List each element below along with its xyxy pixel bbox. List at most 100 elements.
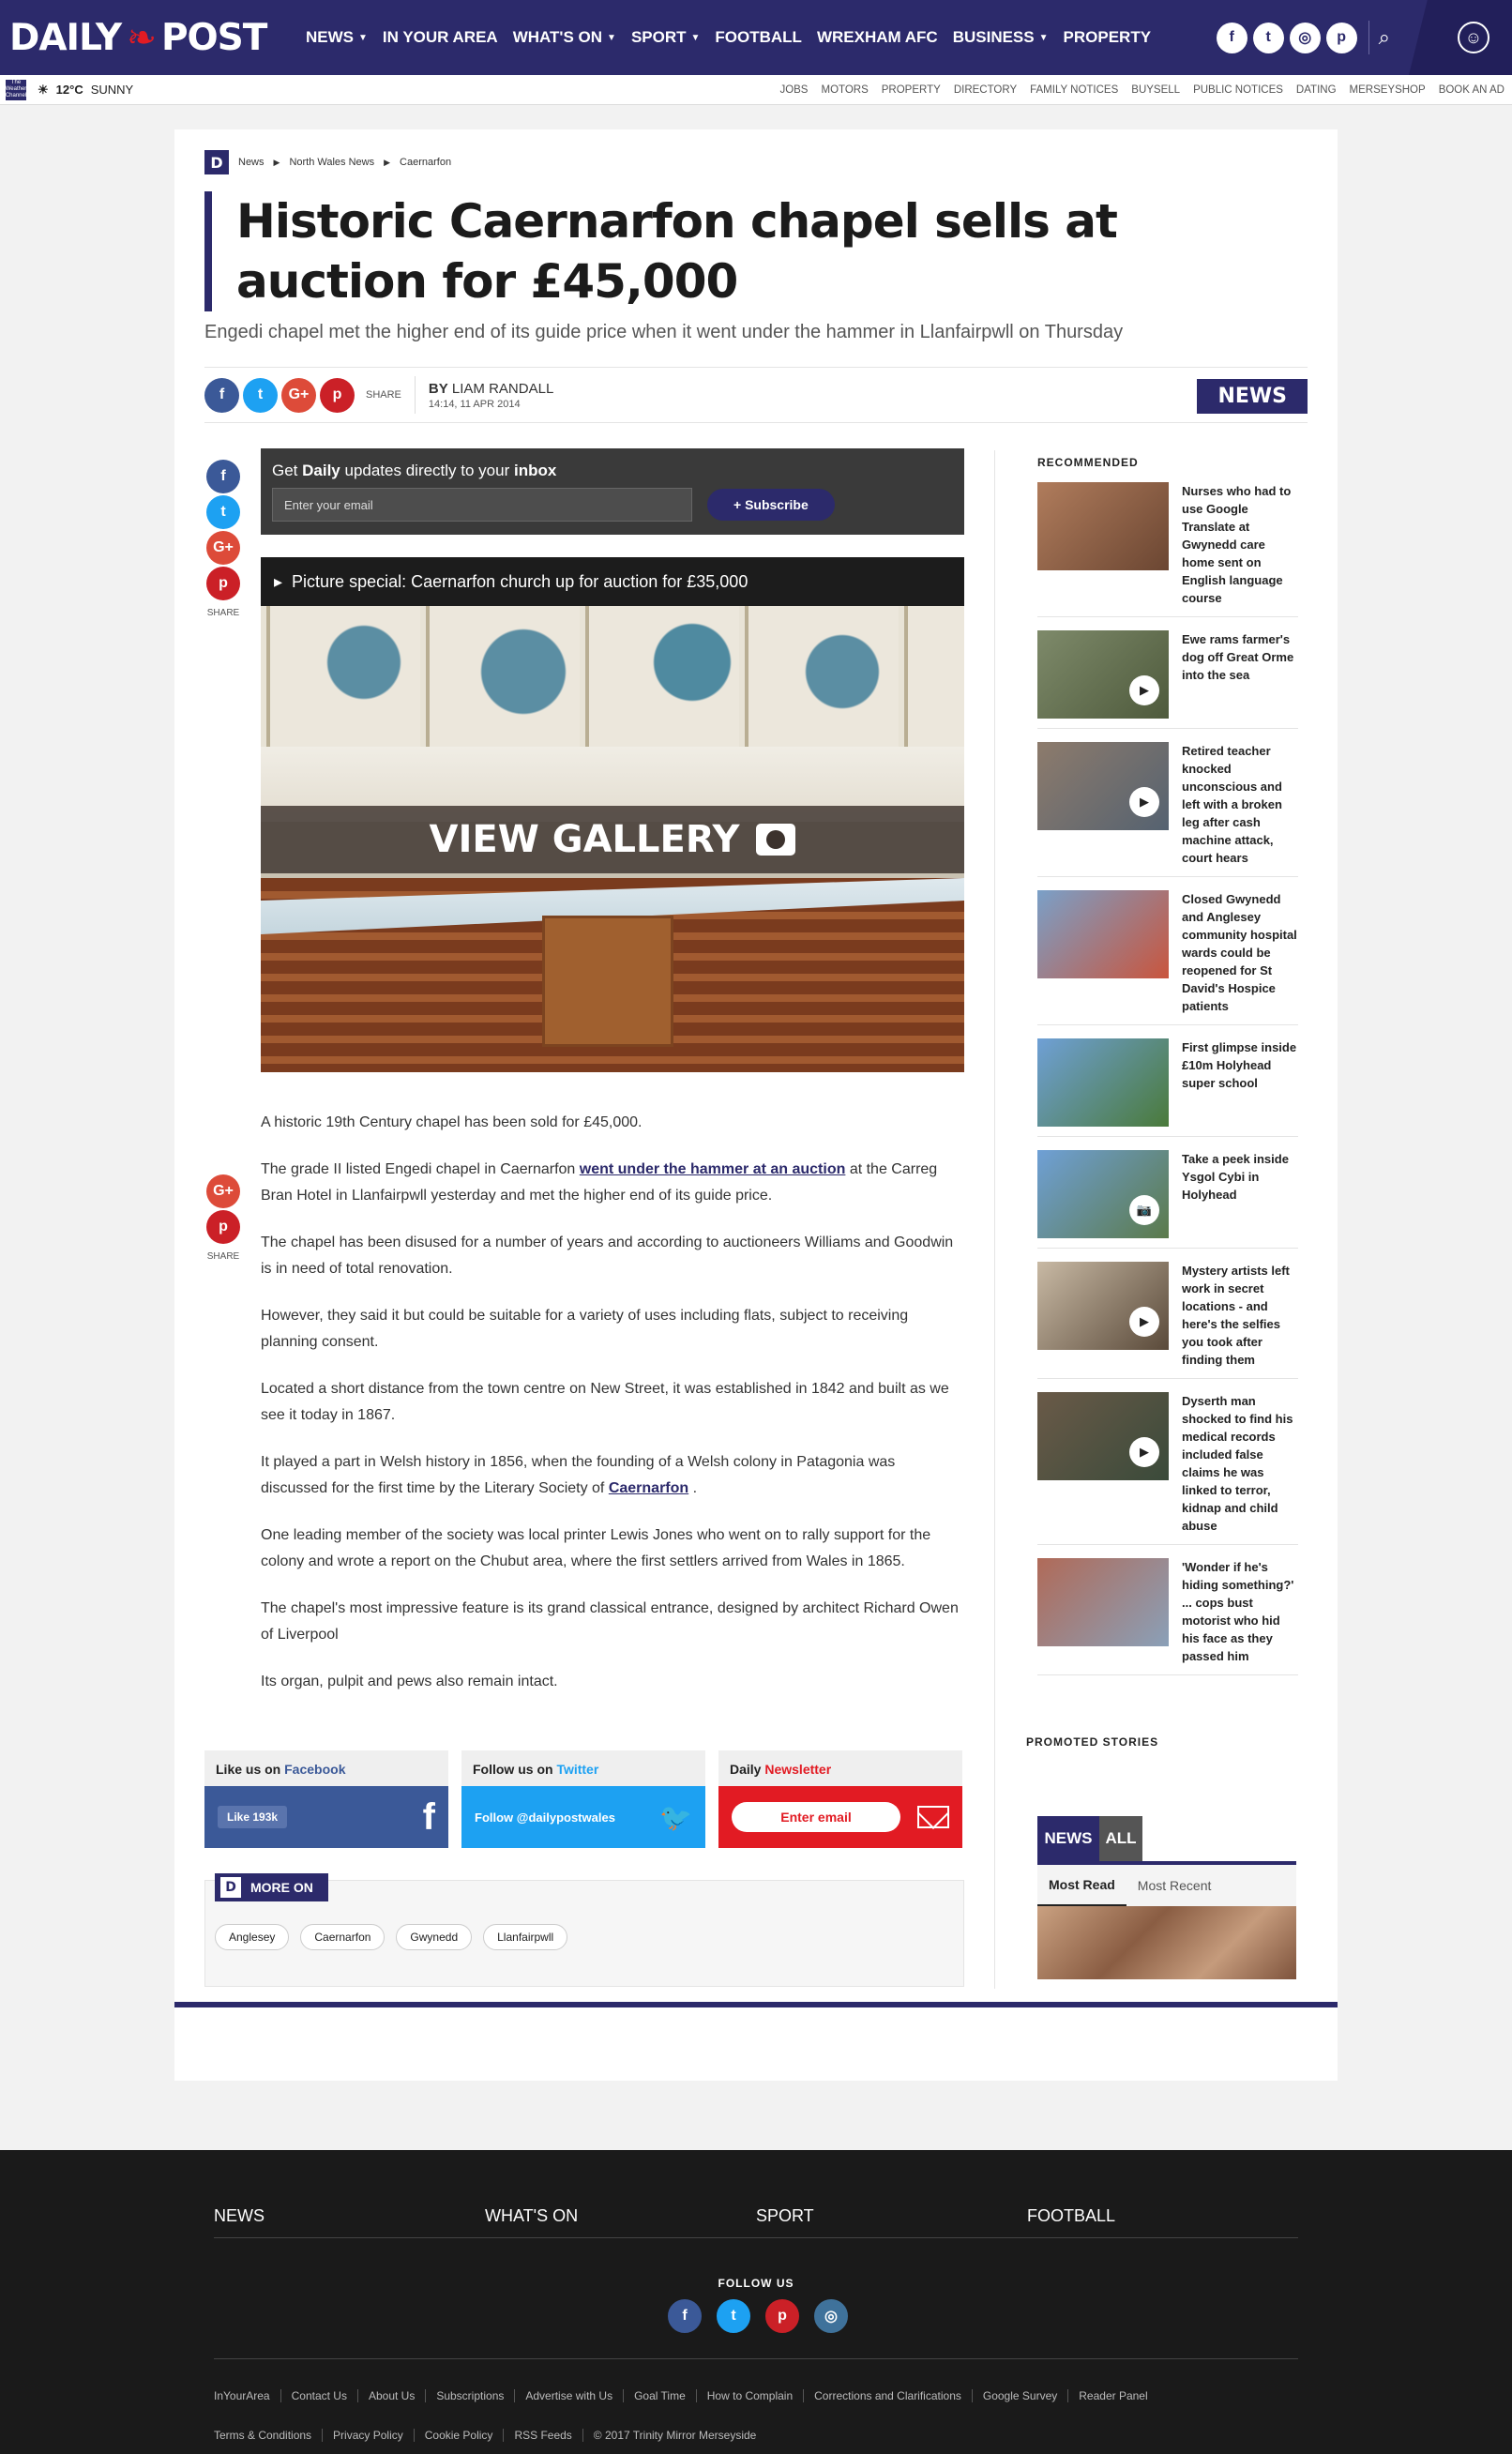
recommended-title[interactable]: Ewe rams farmer's dog off Great Orme int… [1182, 630, 1298, 719]
recommended-thumbnail[interactable] [1037, 482, 1169, 570]
tab-most-recent[interactable]: Most Recent [1126, 1878, 1223, 1893]
facebook-icon[interactable]: f [423, 1796, 435, 1839]
recommended-thumbnail[interactable]: ▶ [1037, 1392, 1169, 1480]
inline-link[interactable]: went under the hammer at an auction [580, 1161, 846, 1177]
footer-link[interactable]: Privacy Policy [322, 2429, 414, 2442]
tab-all[interactable]: ALL [1099, 1816, 1142, 1861]
share-pinterest-icon[interactable]: p [206, 1210, 240, 1244]
weather-channel-logo[interactable]: The Weather Channel [6, 79, 26, 100]
footer-link[interactable]: Reader Panel [1067, 2389, 1157, 2402]
share-facebook-icon[interactable]: f [206, 460, 240, 493]
camera-icon[interactable]: 📷 [1129, 1195, 1159, 1225]
footer-link[interactable]: InYourArea [214, 2389, 280, 2402]
instagram-icon[interactable]: ◎ [812, 2297, 850, 2335]
pinterest-icon[interactable]: p [1325, 22, 1357, 53]
most-read-thumbnail[interactable] [1037, 1906, 1296, 1979]
footer-link[interactable]: About Us [356, 2389, 425, 2402]
weather-widget[interactable]: ☀ 12°C SUNNY [38, 83, 133, 98]
user-account-icon[interactable]: ☺ [1458, 22, 1489, 53]
footer-link[interactable]: Advertise with Us [514, 2389, 623, 2402]
recommended-title[interactable]: Dyserth man shocked to find his medical … [1182, 1392, 1298, 1535]
utility-link-family-notices[interactable]: FAMILY NOTICES [1030, 84, 1118, 96]
recommended-thumbnail[interactable] [1037, 1558, 1169, 1646]
recommended-item[interactable]: 📷 Take a peek inside Ysgol Cybi in Holyhe… [1037, 1137, 1298, 1249]
breadcrumb-caernarfon[interactable]: Caernarfon [400, 157, 451, 168]
facebook-like-button[interactable]: Like 193k [218, 1806, 288, 1828]
author-link[interactable]: LIAM RANDALL [452, 381, 553, 397]
inline-link[interactable]: Caernarfon [609, 1480, 688, 1496]
twitter-icon[interactable]: t [715, 2297, 752, 2335]
newsletter-email-input[interactable]: Enter email [732, 1802, 900, 1832]
nav-item-wrexham-afc[interactable]: WREXHAM AFC [809, 0, 945, 75]
nav-item-sport[interactable]: SPORT ▼ [624, 0, 707, 75]
recommended-item[interactable]: First glimpse inside £10m Holyhead super… [1037, 1025, 1298, 1137]
twitter-follow-button[interactable]: Follow @dailypostwales [475, 1810, 615, 1825]
nav-item-what-s-on[interactable]: WHAT'S ON ▼ [506, 0, 624, 75]
topic-tag-llanfairpwll[interactable]: Llanfairpwll [483, 1924, 568, 1950]
envelope-icon[interactable] [917, 1806, 949, 1828]
footer-link[interactable]: Cookie Policy [413, 2429, 504, 2442]
recommended-item[interactable]: ▶ Mystery artists left work in secret loc… [1037, 1249, 1298, 1379]
utility-link-dating[interactable]: DATING [1296, 84, 1337, 96]
recommended-thumbnail[interactable]: ▶ [1037, 742, 1169, 830]
tab-most-read[interactable]: Most Read [1037, 1865, 1126, 1906]
recommended-thumbnail[interactable]: ▶ [1037, 630, 1169, 719]
recommended-item[interactable]: Closed Gwynedd and Anglesey community ho… [1037, 877, 1298, 1025]
utility-link-property[interactable]: PROPERTY [882, 84, 941, 96]
recommended-title[interactable]: 'Wonder if he's hiding something?' ... c… [1182, 1558, 1298, 1665]
topic-tag-gwynedd[interactable]: Gwynedd [396, 1924, 473, 1950]
footer-link[interactable]: RSS Feeds [503, 2429, 582, 2442]
recommended-title[interactable]: Closed Gwynedd and Anglesey community ho… [1182, 890, 1298, 1015]
recommended-thumbnail[interactable] [1037, 1038, 1169, 1127]
play-icon[interactable]: ▶ [1129, 1307, 1159, 1337]
breadcrumb-north-wales-news[interactable]: North Wales News [289, 157, 374, 168]
recommended-item[interactable]: 'Wonder if he's hiding something?' ... c… [1037, 1545, 1298, 1675]
recommended-title[interactable]: Nurses who had to use Google Translate a… [1182, 482, 1298, 607]
play-icon[interactable]: ▶ [1129, 1437, 1159, 1467]
search-icon[interactable]: ⌕ [1379, 25, 1390, 50]
nav-item-in-your-area[interactable]: IN YOUR AREA [375, 0, 506, 75]
share-google-plus-icon[interactable]: G+ [206, 531, 240, 565]
recommended-thumbnail[interactable]: 📷 [1037, 1150, 1169, 1238]
recommended-title[interactable]: First glimpse inside £10m Holyhead super… [1182, 1038, 1298, 1127]
instagram-icon[interactable]: ◎ [1289, 22, 1321, 53]
daily-post-logo[interactable]: DAILY ❧ POST [0, 17, 281, 59]
footer-link[interactable]: Contact Us [280, 2389, 357, 2402]
gallery-title[interactable]: ▸ Picture special: Caernarfon church up … [261, 557, 964, 606]
play-icon[interactable]: ▶ [1129, 787, 1159, 817]
utility-link-directory[interactable]: DIRECTORY [954, 84, 1017, 96]
share-twitter-icon[interactable]: t [206, 495, 240, 529]
share-google-plus-icon[interactable]: G+ [281, 377, 316, 413]
share-pinterest-icon[interactable]: p [206, 567, 240, 600]
recommended-thumbnail[interactable] [1037, 890, 1169, 978]
play-icon[interactable]: ▶ [1129, 675, 1159, 705]
share-google-plus-icon[interactable]: G+ [206, 1174, 240, 1208]
gallery-image[interactable]: VIEW GALLERY [261, 606, 964, 1072]
section-badge[interactable]: NEWS [1197, 379, 1308, 414]
subscribe-button[interactable]: + Subscribe [707, 489, 835, 521]
recommended-item[interactable]: ▶ Retired teacher knocked unconscious and… [1037, 729, 1298, 877]
share-facebook-icon[interactable]: f [204, 377, 239, 413]
recommended-item[interactable]: ▶ Dyserth man shocked to find his medical… [1037, 1379, 1298, 1545]
email-input[interactable]: Enter your email [272, 488, 692, 522]
nav-item-news[interactable]: NEWS ▼ [298, 0, 375, 75]
footer-nav-what-s-on[interactable]: WHAT'S ON [485, 2206, 756, 2237]
facebook-icon[interactable]: f [1216, 22, 1247, 53]
facebook-icon[interactable]: f [666, 2297, 703, 2335]
daily-post-d-logo[interactable]: D [204, 150, 229, 174]
nav-item-business[interactable]: BUSINESS ▼ [945, 0, 1056, 75]
twitter-icon[interactable]: t [1252, 22, 1284, 53]
recommended-title[interactable]: Take a peek inside Ysgol Cybi in Holyhea… [1182, 1150, 1298, 1238]
share-pinterest-icon[interactable]: p [320, 377, 355, 413]
footer-link[interactable]: How to Complain [695, 2389, 803, 2402]
breadcrumb-news[interactable]: News [238, 157, 265, 168]
pinterest-icon[interactable]: p [764, 2297, 801, 2335]
footer-link[interactable]: Terms & Conditions [214, 2429, 322, 2442]
footer-link[interactable]: Corrections and Clarifications [803, 2389, 972, 2402]
topic-tag-anglesey[interactable]: Anglesey [215, 1924, 290, 1950]
recommended-item[interactable]: ▶ Ewe rams farmer's dog off Great Orme in… [1037, 617, 1298, 729]
utility-link-motors[interactable]: MOTORS [821, 84, 868, 96]
utility-link-book-an-ad[interactable]: BOOK AN AD [1439, 84, 1504, 96]
footer-link[interactable]: Subscriptions [425, 2389, 514, 2402]
utility-link-public-notices[interactable]: PUBLIC NOTICES [1193, 84, 1283, 96]
